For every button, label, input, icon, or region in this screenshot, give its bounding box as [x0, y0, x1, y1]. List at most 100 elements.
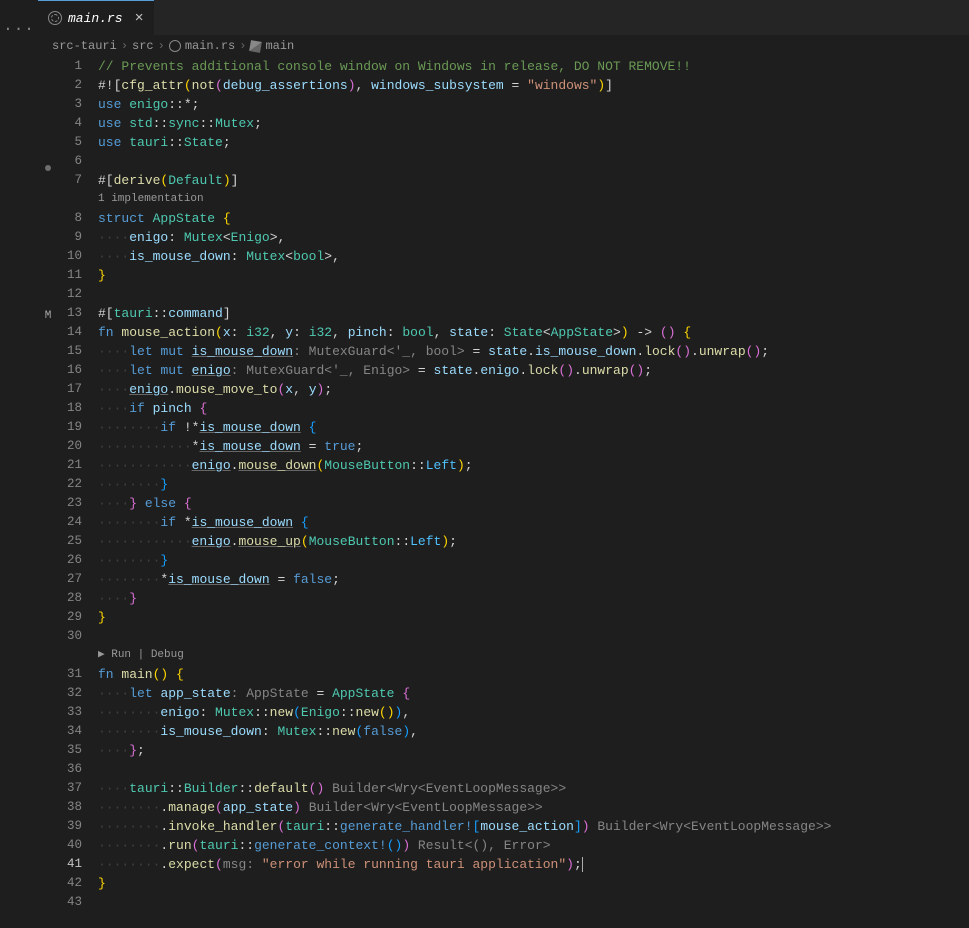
line-number: 35 [58, 741, 82, 760]
tab-main-rs[interactable]: main.rs × [38, 0, 154, 35]
code-line[interactable]: } [98, 874, 961, 893]
line-number: 9 [58, 228, 82, 247]
code-line[interactable]: ····} else { [98, 494, 961, 513]
breadcrumb[interactable]: src-tauri › src › main.rs › main [38, 35, 969, 57]
close-icon[interactable]: × [135, 10, 144, 27]
code-line[interactable] [98, 760, 961, 779]
code-line[interactable]: fn mouse_action(x: i32, y: i32, pinch: b… [98, 323, 961, 342]
symbol-icon [250, 40, 263, 53]
modified-marker-icon [45, 165, 51, 171]
code-line[interactable]: ········if !*is_mouse_down { [98, 418, 961, 437]
breadcrumb-part[interactable]: src-tauri [52, 39, 117, 53]
codelens-run-debug[interactable]: ▶ Run | Debug [98, 646, 961, 665]
code-line[interactable]: #[tauri::command] [98, 304, 961, 323]
code-area[interactable]: // Prevents additional console window on… [98, 57, 961, 928]
code-line[interactable]: ········.manage(app_state) Builder<Wry<E… [98, 798, 961, 817]
line-number: 13 [58, 304, 82, 323]
line-number: 16 [58, 361, 82, 380]
line-number: 34 [58, 722, 82, 741]
line-number: 42 [58, 874, 82, 893]
line-number: 19 [58, 418, 82, 437]
line-number: 28 [58, 589, 82, 608]
scrollbar[interactable] [961, 57, 969, 928]
tab-label: main.rs [68, 11, 123, 26]
code-line[interactable]: ····let mut is_mouse_down: MutexGuard<'_… [98, 342, 961, 361]
breadcrumb-part[interactable]: main [265, 39, 294, 53]
code-line[interactable]: ········} [98, 475, 961, 494]
line-number: 43 [58, 893, 82, 912]
code-line[interactable]: ············enigo.mouse_up(MouseButton::… [98, 532, 961, 551]
code-line[interactable] [98, 627, 961, 646]
code-line[interactable]: ····let mut enigo: MutexGuard<'_, Enigo>… [98, 361, 961, 380]
code-line[interactable]: ····tauri::Builder::default() Builder<Wr… [98, 779, 961, 798]
code-line[interactable]: } [98, 608, 961, 627]
code-line[interactable]: #[derive(Default)] [98, 171, 961, 190]
code-line[interactable]: ········is_mouse_down: Mutex::new(false)… [98, 722, 961, 741]
line-number: 30 [58, 627, 82, 646]
chevron-right-icon: › [121, 39, 128, 53]
activity-bar: ··· [0, 0, 38, 928]
line-number: 37 [58, 779, 82, 798]
code-line[interactable]: ····if pinch { [98, 399, 961, 418]
line-number: 5 [58, 133, 82, 152]
code-line[interactable]: struct AppState { [98, 209, 961, 228]
line-number: 7 [58, 171, 82, 190]
code-line[interactable]: use std::sync::Mutex; [98, 114, 961, 133]
rust-icon [48, 11, 62, 25]
line-number [58, 190, 82, 209]
codelens-implementations[interactable]: 1 implementation [98, 190, 961, 209]
code-line[interactable]: ········enigo: Mutex::new(Enigo::new()), [98, 703, 961, 722]
line-number: 8 [58, 209, 82, 228]
line-number: 29 [58, 608, 82, 627]
editor-main: main.rs × src-tauri › src › main.rs › ma… [38, 0, 969, 928]
code-editor[interactable]: M 12345678910111213141516171819202122232… [38, 57, 969, 928]
code-line[interactable]: ····} [98, 589, 961, 608]
code-line[interactable]: ····enigo.mouse_move_to(x, y); [98, 380, 961, 399]
code-line[interactable] [98, 152, 961, 171]
line-number: 4 [58, 114, 82, 133]
code-line[interactable]: ····enigo: Mutex<Enigo>, [98, 228, 961, 247]
code-line[interactable]: use enigo::*; [98, 95, 961, 114]
code-line[interactable]: // Prevents additional console window on… [98, 57, 961, 76]
code-line[interactable] [98, 285, 961, 304]
code-line[interactable]: ········.run(tauri::generate_context!())… [98, 836, 961, 855]
line-number: 36 [58, 760, 82, 779]
breadcrumb-part[interactable]: main.rs [185, 39, 235, 53]
line-number: 41 [58, 855, 82, 874]
line-number: 22 [58, 475, 82, 494]
code-line[interactable] [98, 893, 961, 912]
line-number: 3 [58, 95, 82, 114]
line-number: 14 [58, 323, 82, 342]
code-line[interactable]: ········*is_mouse_down = false; [98, 570, 961, 589]
line-number: 20 [58, 437, 82, 456]
code-line[interactable]: } [98, 266, 961, 285]
line-number: 6 [58, 152, 82, 171]
code-line[interactable]: ····is_mouse_down: Mutex<bool>, [98, 247, 961, 266]
line-number: 10 [58, 247, 82, 266]
more-icon[interactable]: ··· [3, 20, 35, 38]
code-line[interactable]: #![cfg_attr(not(debug_assertions), windo… [98, 76, 961, 95]
gutter-marks: M [38, 57, 58, 928]
code-line[interactable]: ············*is_mouse_down = true; [98, 437, 961, 456]
code-line[interactable]: fn main() { [98, 665, 961, 684]
code-line[interactable]: ····let app_state: AppState = AppState { [98, 684, 961, 703]
line-number: 23 [58, 494, 82, 513]
breadcrumb-part[interactable]: src [132, 39, 154, 53]
line-number: 33 [58, 703, 82, 722]
code-line[interactable]: use tauri::State; [98, 133, 961, 152]
code-line[interactable]: ····}; [98, 741, 961, 760]
code-line[interactable]: ········} [98, 551, 961, 570]
tab-bar: main.rs × [38, 0, 969, 35]
code-line[interactable]: ············enigo.mouse_down(MouseButton… [98, 456, 961, 475]
line-number: 17 [58, 380, 82, 399]
git-modified-icon: M [38, 310, 58, 329]
code-line[interactable]: ········if *is_mouse_down { [98, 513, 961, 532]
code-line[interactable]: ········.expect(msg: "error while runnin… [98, 855, 961, 874]
line-number: 32 [58, 684, 82, 703]
code-line[interactable]: ········.invoke_handler(tauri::generate_… [98, 817, 961, 836]
line-number: 38 [58, 798, 82, 817]
line-number: 40 [58, 836, 82, 855]
line-number: 11 [58, 266, 82, 285]
line-number: 18 [58, 399, 82, 418]
line-number: 26 [58, 551, 82, 570]
